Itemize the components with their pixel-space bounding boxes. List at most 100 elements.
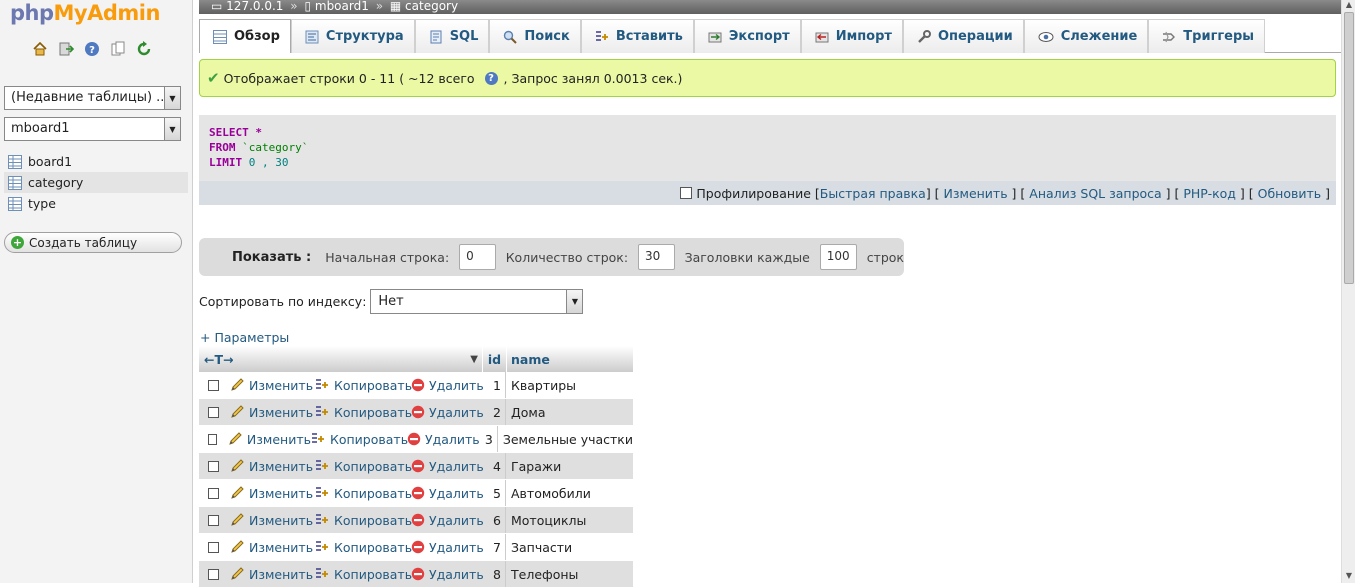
row-checkbox[interactable] (208, 379, 219, 391)
breadcrumb-server[interactable]: 127.0.0.1 (226, 0, 283, 13)
copy-row-link[interactable]: Копировать (315, 378, 412, 393)
copy-icon (315, 567, 330, 581)
edit-query-link[interactable]: Изменить (944, 186, 1008, 201)
inline-edit-link[interactable]: Быстрая правка (820, 186, 926, 201)
edit-row-link[interactable]: Изменить (230, 513, 315, 528)
import-icon (815, 30, 829, 44)
copy-row-link[interactable]: Копировать (315, 405, 412, 420)
delete-row-link[interactable]: Удалить (411, 378, 484, 393)
delete-row-link[interactable]: Удалить (411, 540, 484, 555)
column-arrows[interactable]: ←T→ (204, 352, 233, 367)
cell-name[interactable]: Мотоциклы (505, 507, 633, 533)
message-text: Отображает строки 0 - 11 ( ~12 всего (223, 70, 475, 86)
cell-id[interactable]: 2 (483, 405, 505, 420)
copy-row-link[interactable]: Копировать (315, 513, 412, 528)
cell-name[interactable]: Автомобили (505, 480, 633, 506)
caret-down-icon[interactable]: ▼ (470, 354, 478, 365)
exit-icon[interactable] (57, 40, 74, 57)
copy-row-link[interactable]: Копировать (315, 567, 412, 582)
chevron-down-icon: ▼ (164, 118, 180, 140)
delete-row-link[interactable]: Удалить (407, 432, 480, 447)
cell-name[interactable]: Земельные участки (496, 426, 633, 452)
delete-row-link[interactable]: Удалить (411, 405, 484, 420)
edit-row-link[interactable]: Изменить (228, 432, 311, 447)
scrollbar-thumb[interactable] (1344, 12, 1354, 284)
phpmyadmin-logo[interactable]: phpMyAdmin (10, 1, 160, 25)
tab-tracking[interactable]: Слежение (1023, 19, 1149, 53)
start-row-input[interactable]: 0 (459, 244, 496, 270)
options-link[interactable]: + Параметры (200, 330, 289, 345)
sidebar-item-category[interactable]: category (4, 172, 188, 193)
recent-tables-select[interactable]: (Недавние таблицы) ... ▼ (4, 86, 181, 110)
home-icon[interactable] (31, 40, 48, 57)
edit-row-link[interactable]: Изменить (230, 459, 315, 474)
cell-name[interactable]: Дома (505, 399, 633, 425)
copy-row-link[interactable]: Копировать (315, 540, 412, 555)
tab-sql[interactable]: SQL (414, 19, 490, 53)
scroll-down-icon[interactable]: ▼ (1342, 571, 1355, 583)
delete-row-link[interactable]: Удалить (411, 486, 484, 501)
edit-row-link[interactable]: Изменить (230, 405, 315, 420)
tab-structure[interactable]: Структура (290, 19, 415, 53)
tab-search[interactable]: Поиск (489, 19, 581, 53)
help-icon[interactable]: ? (83, 40, 100, 57)
navigation-panel: phpMyAdmin ? (Недавние таблицы) ... ▼ mb… (0, 0, 193, 583)
refresh-link[interactable]: Обновить (1258, 186, 1322, 201)
cell-id[interactable]: 3 (479, 432, 497, 447)
cell-id[interactable]: 4 (483, 459, 505, 474)
copy-row-link[interactable]: Копировать (311, 432, 408, 447)
tab-triggers[interactable]: Триггеры (1148, 19, 1266, 53)
database-select[interactable]: mboard1 ▼ (4, 117, 181, 141)
tab-import[interactable]: Импорт (800, 19, 903, 53)
column-header-id[interactable]: id (483, 346, 507, 372)
edit-row-link[interactable]: Изменить (230, 567, 315, 582)
php-code-link[interactable]: PHP-код (1183, 186, 1236, 201)
delete-row-link[interactable]: Удалить (411, 459, 484, 474)
copy-row-link[interactable]: Копировать (315, 486, 412, 501)
cell-id[interactable]: 1 (483, 378, 505, 393)
cell-name[interactable]: Квартиры (505, 372, 633, 398)
tab-export[interactable]: Экспорт (693, 19, 801, 53)
delete-row-link[interactable]: Удалить (411, 513, 484, 528)
cell-id[interactable]: 8 (483, 567, 505, 582)
docs-icon[interactable] (109, 40, 126, 57)
vertical-scrollbar[interactable]: ▲ ▼ (1341, 0, 1355, 583)
cell-id[interactable]: 7 (483, 540, 505, 555)
breadcrumb-database[interactable]: mboard1 (315, 0, 369, 13)
row-checkbox[interactable] (208, 514, 219, 526)
cell-name[interactable]: Гаражи (505, 453, 633, 479)
sidebar-item-board1[interactable]: board1 (4, 151, 188, 172)
column-header-name[interactable]: name (507, 346, 633, 372)
row-count-input[interactable]: 30 (638, 244, 675, 270)
create-table-button[interactable]: + Создать таблицу (4, 232, 182, 253)
row-checkbox[interactable] (208, 541, 219, 553)
edit-row-link[interactable]: Изменить (230, 378, 315, 393)
edit-row-link[interactable]: Изменить (230, 540, 315, 555)
row-checkbox[interactable] (208, 568, 219, 580)
copy-row-link[interactable]: Копировать (315, 459, 412, 474)
profiling-checkbox[interactable] (680, 187, 693, 199)
reload-icon[interactable] (135, 40, 152, 57)
rows-navigation-bar: Показать : Начальная строка: 0 Количеств… (199, 238, 904, 276)
scroll-up-icon[interactable]: ▲ (1342, 0, 1355, 12)
row-checkbox[interactable] (208, 487, 219, 499)
cell-id[interactable]: 6 (483, 513, 505, 528)
edit-row-link[interactable]: Изменить (230, 486, 315, 501)
headers-every-input[interactable]: 100 (819, 244, 857, 270)
row-checkbox[interactable] (208, 460, 219, 472)
cell-name[interactable]: Запчасти (505, 534, 633, 560)
tab-insert[interactable]: Вставить (580, 19, 694, 53)
help-icon[interactable]: ? (484, 71, 498, 85)
sort-index-select[interactable]: Нет ▼ (370, 289, 584, 314)
tab-browse[interactable]: Обзор (199, 19, 291, 53)
delete-row-link[interactable]: Удалить (411, 567, 484, 582)
explain-sql-link[interactable]: Анализ SQL запроса (1029, 186, 1161, 201)
row-checkbox[interactable] (208, 406, 219, 418)
breadcrumb-table[interactable]: category (405, 0, 458, 13)
row-checkbox[interactable] (208, 433, 217, 445)
sidebar-item-type[interactable]: type (4, 193, 188, 214)
show-button[interactable]: Показать : (232, 250, 311, 265)
tab-operations[interactable]: Операции (902, 19, 1024, 53)
cell-id[interactable]: 5 (483, 486, 505, 501)
cell-name[interactable]: Телефоны (505, 561, 633, 587)
